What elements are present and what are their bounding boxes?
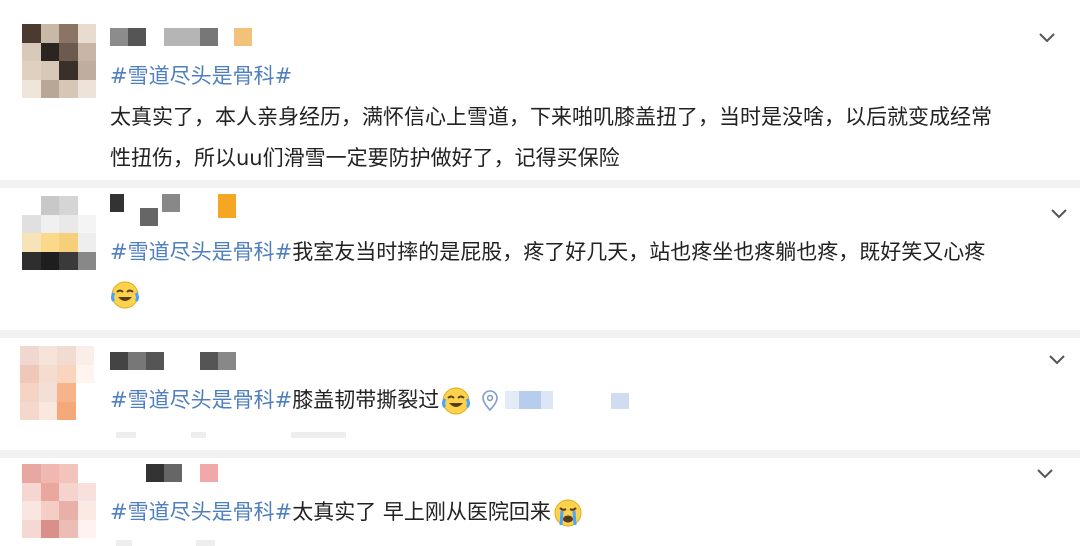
hashtag-link[interactable]: #雪道尽头是骨科# (110, 500, 292, 524)
comment-text: #雪道尽头是骨科#太真实了 早上刚从医院回来 (110, 494, 583, 531)
comment-text: #雪道尽头是骨科# (110, 58, 292, 95)
faint-row (116, 540, 276, 546)
divider (0, 180, 1080, 188)
location-blurred[interactable] (505, 391, 635, 411)
avatar[interactable] (22, 196, 96, 270)
avatar[interactable] (22, 464, 96, 538)
divider (0, 450, 1080, 458)
laughing-tears-emoji (111, 281, 139, 309)
crying-emoji (554, 499, 582, 527)
faint-row (116, 432, 366, 438)
divider (0, 330, 1080, 338)
avatar[interactable] (20, 346, 94, 420)
username-blurred[interactable] (110, 352, 240, 372)
chevron-down-icon[interactable] (1038, 28, 1056, 46)
username-blurred[interactable] (110, 464, 230, 484)
avatar[interactable] (22, 24, 96, 98)
comment-text: #雪道尽头是骨科#膝盖韧带撕裂过 (110, 382, 635, 419)
hashtag-link[interactable]: #雪道尽头是骨科# (110, 388, 292, 412)
comment-body: 太真实了 早上刚从医院回来 (292, 500, 551, 524)
comment-2: #雪道尽头是骨科#我室友当时摔的是屁股，疼了好几天，站也疼坐也疼躺也疼，既好笑又… (0, 188, 1080, 330)
hashtag-link[interactable]: #雪道尽头是骨科# (110, 240, 292, 264)
emoji-line (110, 276, 140, 313)
username-blurred[interactable] (110, 194, 250, 226)
comment-body: 我室友当时摔的是屁股，疼了好几天，站也疼坐也疼躺也疼，既好笑又心疼 (292, 240, 986, 264)
chevron-down-icon[interactable] (1048, 350, 1066, 368)
comment-4: #雪道尽头是骨科#太真实了 早上刚从医院回来 (0, 458, 1080, 546)
laughing-tears-emoji (442, 387, 471, 415)
comment-text: #雪道尽头是骨科#我室友当时摔的是屁股，疼了好几天，站也疼坐也疼躺也疼，既好笑又… (110, 234, 985, 271)
username-blurred[interactable] (110, 28, 260, 48)
comment-body-line1: 太真实了，本人亲身经历，满怀信心上雪道，下来啪叽膝盖扭了，当时是没啥，以后就变成… (110, 105, 992, 129)
comment-1: #雪道尽头是骨科# 太真实了，本人亲身经历，满怀信心上雪道，下来啪叽膝盖扭了，当… (0, 0, 1080, 180)
chevron-down-icon[interactable] (1050, 204, 1068, 222)
comment-body-line2: 性扭伤，所以uu们滑雪一定要防护做好了，记得买保险 (110, 146, 620, 170)
comment-3: #雪道尽头是骨科#膝盖韧带撕裂过 (0, 338, 1080, 450)
location-pin-icon[interactable] (481, 389, 499, 413)
comment-body: 膝盖韧带撕裂过 (292, 388, 440, 412)
chevron-down-icon[interactable] (1036, 464, 1054, 482)
hashtag-link[interactable]: #雪道尽头是骨科# (110, 64, 292, 88)
